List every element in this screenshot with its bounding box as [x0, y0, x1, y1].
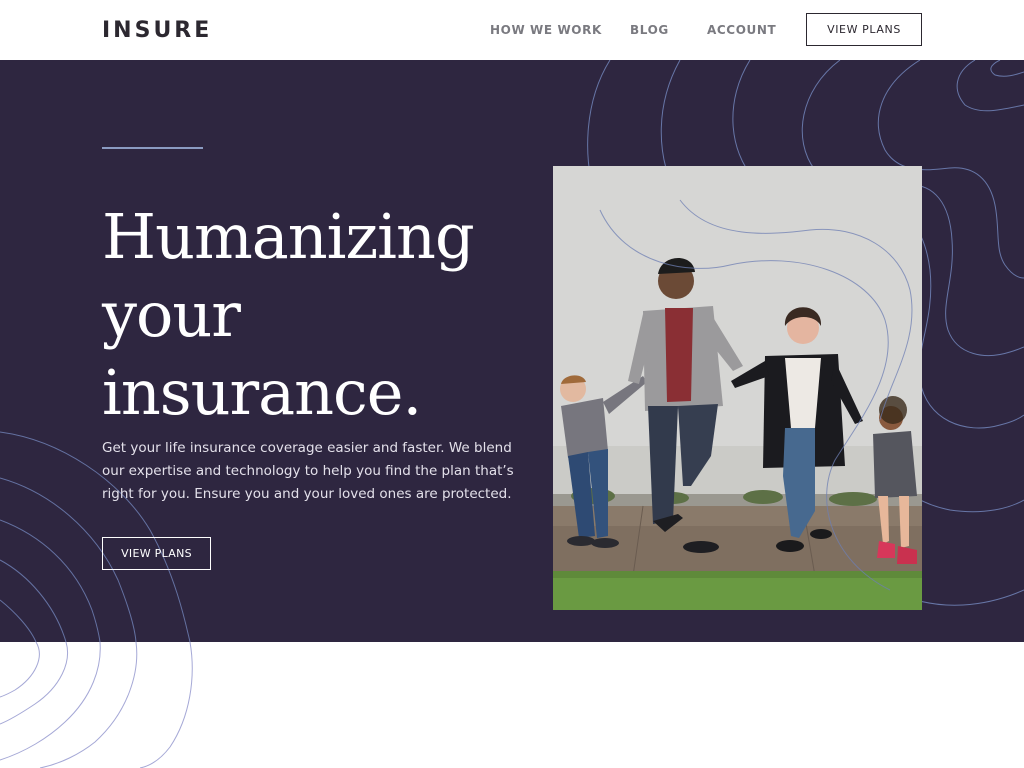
logo[interactable]: INSURE	[102, 18, 212, 44]
hero-view-plans-button[interactable]: VIEW PLANS	[102, 537, 211, 570]
hero-description: Get your life insurance coverage easier …	[102, 440, 514, 502]
hero-accent-line	[102, 147, 203, 149]
nav-link-account[interactable]: ACCOUNT	[707, 22, 776, 38]
nav-link-how-we-work[interactable]: HOW WE WORK	[490, 22, 602, 38]
below-hero-section	[0, 641, 1024, 768]
site-header: INSURE HOW WE WORK BLOG ACCOUNT VIEW PLA…	[0, 0, 1024, 60]
family-photo	[553, 166, 922, 610]
hero-title: Humanizing your insurance.	[102, 200, 475, 429]
lower-contour-pattern	[0, 641, 193, 768]
nav-link-blog[interactable]: BLOG	[630, 22, 669, 38]
page: INSURE HOW WE WORK BLOG ACCOUNT VIEW PLA…	[0, 0, 1024, 768]
hero-section: Humanizing your insurance. Get your life…	[0, 60, 1024, 642]
header-view-plans-button[interactable]: VIEW PLANS	[806, 13, 922, 46]
